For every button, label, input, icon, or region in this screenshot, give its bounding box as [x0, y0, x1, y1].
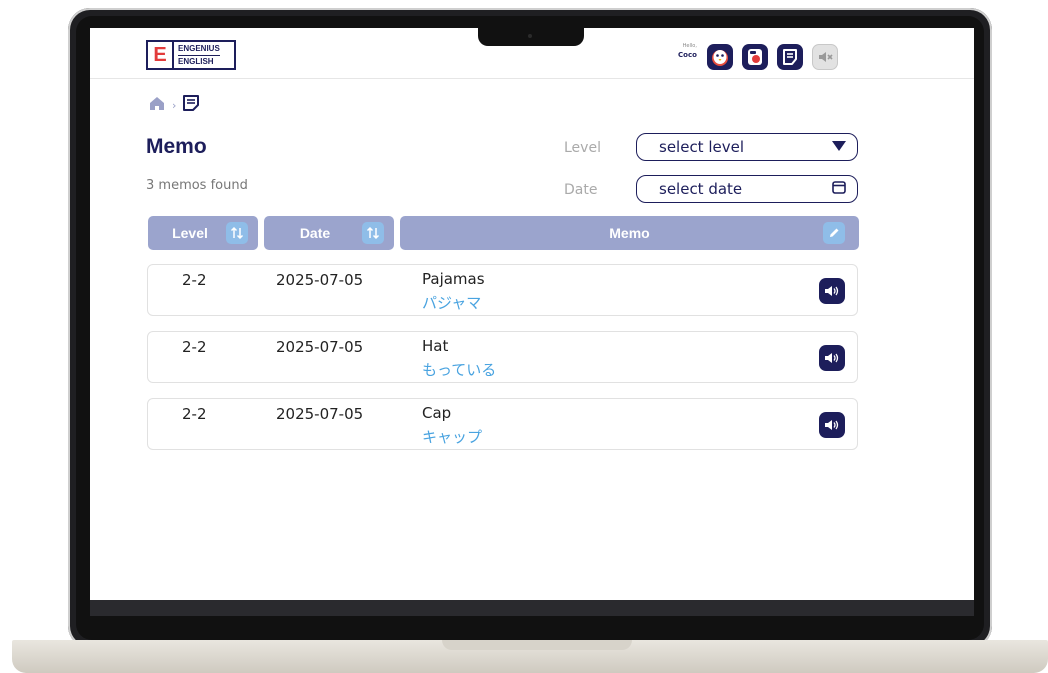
app-screen: E ENGENIUS ENGLISH Hello, Coco › Memo 3 … [90, 28, 974, 600]
memo-icon[interactable] [777, 44, 803, 70]
table-row[interactable]: 2-2 2025-07-05 Pajamas パジャマ [147, 264, 858, 316]
speaker-icon[interactable] [819, 278, 845, 304]
laptop-base [12, 640, 1048, 673]
memo-icon[interactable] [182, 94, 200, 116]
level-column-header[interactable]: Level [148, 216, 258, 250]
brand-logo[interactable]: E ENGENIUS ENGLISH [146, 40, 236, 70]
date-picker[interactable]: select date [636, 175, 858, 203]
row-word: Hat [422, 337, 449, 355]
sort-icon[interactable] [226, 222, 248, 244]
username: Coco [678, 51, 697, 59]
level-header-label: Level [172, 225, 208, 241]
row-level: 2-2 [182, 338, 207, 356]
page-title: Memo [146, 135, 207, 158]
row-word: Cap [422, 404, 452, 422]
home-icon[interactable] [148, 95, 166, 115]
row-translation: パジャマ [422, 294, 482, 312]
table-row[interactable]: 2-2 2025-07-05 Hat もっている [147, 331, 858, 383]
memo-column-header: Memo [400, 216, 859, 250]
breadcrumb-separator: › [172, 98, 177, 112]
dropdown-triangle-icon [831, 138, 847, 156]
table-row[interactable]: 2-2 2025-07-05 Cap キャップ [147, 398, 858, 450]
breadcrumb: › [148, 94, 200, 116]
date-picker-value: select date [659, 180, 743, 198]
base-groove [442, 640, 632, 650]
level-filter-label: Level [564, 140, 601, 156]
date-header-label: Date [299, 225, 331, 241]
mute-icon[interactable] [812, 44, 838, 70]
row-date: 2025-07-05 [276, 338, 364, 356]
penguin-avatar-icon[interactable] [707, 44, 733, 70]
date-column-header[interactable]: Date [264, 216, 394, 250]
memo-header-label: Memo [609, 225, 650, 241]
date-filter-label: Date [564, 182, 598, 198]
sort-icon[interactable] [362, 222, 384, 244]
level-select-value: select level [659, 138, 745, 156]
speaker-icon[interactable] [819, 345, 845, 371]
row-translation: もっている [422, 361, 497, 379]
speaker-icon[interactable] [819, 412, 845, 438]
greeting-text: Hello, [682, 43, 697, 49]
logo-line1: ENGENIUS [178, 43, 220, 53]
row-level: 2-2 [182, 271, 207, 289]
row-level: 2-2 [182, 405, 207, 423]
edit-pencil-icon[interactable] [823, 222, 845, 244]
calendar-icon [831, 179, 847, 199]
memo-count: 3 memos found [146, 178, 248, 193]
camera-dot [528, 34, 532, 38]
level-select[interactable]: select level [636, 133, 858, 161]
user-greeting: Hello, Coco [678, 44, 697, 59]
logo-line2: ENGLISH [178, 54, 220, 66]
logo-letter: E [148, 42, 174, 68]
laptop-chin [90, 600, 974, 616]
row-date: 2025-07-05 [276, 271, 364, 289]
logo-text: ENGENIUS ENGLISH [174, 43, 220, 66]
camera-notch [478, 26, 584, 46]
row-word: Pajamas [422, 270, 485, 288]
row-date: 2025-07-05 [276, 405, 364, 423]
record-icon[interactable] [742, 44, 768, 70]
row-translation: キャップ [422, 428, 483, 446]
